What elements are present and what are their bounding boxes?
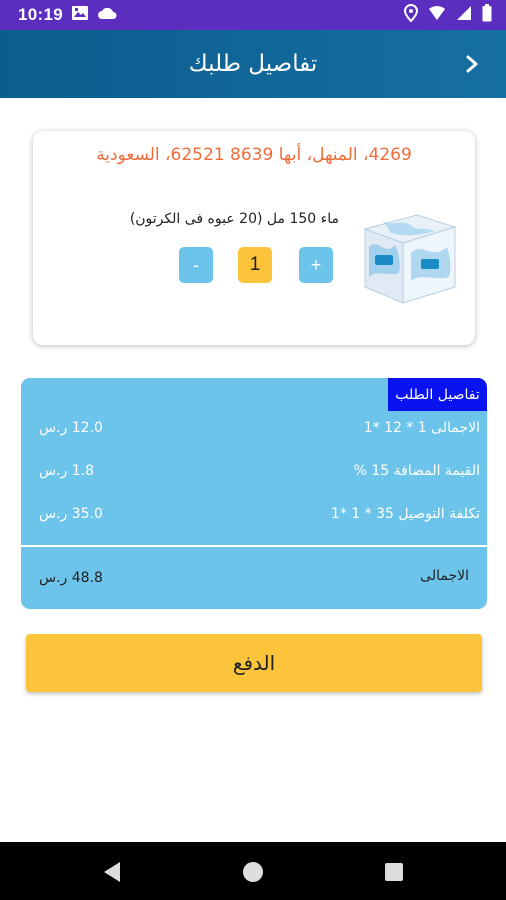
signal-icon bbox=[456, 5, 472, 26]
order-details-card: تفاصيل الطلب الاجمالى 1 * 12 *1 12.0 ر.س… bbox=[21, 378, 487, 609]
order-item-card: 4269، المنهل، أبها 8639 62521، السعودية … bbox=[33, 131, 475, 345]
home-circle-icon[interactable] bbox=[241, 860, 265, 884]
total-value: 48.8 ر.س bbox=[39, 570, 103, 586]
quantity-value: 1 bbox=[238, 247, 272, 283]
subtotal-row: الاجمالى 1 * 12 *1 12.0 ر.س bbox=[21, 420, 487, 444]
status-time: 10:19 bbox=[18, 5, 63, 24]
vat-value: 1.8 ر.س bbox=[39, 463, 95, 479]
image-icon bbox=[71, 5, 89, 26]
increase-quantity-button[interactable]: + bbox=[299, 247, 333, 283]
vat-row: القيمة المضافة 15 % 1.8 ر.س bbox=[21, 463, 487, 487]
wifi-icon bbox=[428, 5, 446, 26]
divider bbox=[21, 545, 487, 547]
app-bar: تفاصيل طلبك bbox=[0, 30, 506, 98]
subtotal-value: 12.0 ر.س bbox=[39, 420, 103, 436]
product-name: ماء 150 مل (20 عبوه فى الكرتون) bbox=[129, 211, 339, 227]
delivery-value: 35.0 ر.س bbox=[39, 506, 103, 522]
order-details-badge: تفاصيل الطلب bbox=[388, 378, 487, 411]
delivery-address: 4269، المنهل، أبها 8639 62521، السعودية bbox=[96, 145, 412, 165]
decrease-quantity-button[interactable]: - bbox=[179, 247, 213, 283]
back-triangle-icon[interactable] bbox=[100, 860, 124, 884]
delivery-row: تكلفة التوصيل 35 * 1 *1 35.0 ر.س bbox=[21, 506, 487, 530]
vat-label: القيمة المضافة 15 % bbox=[353, 463, 480, 479]
page-title: تفاصيل طلبك bbox=[188, 51, 318, 77]
battery-icon bbox=[482, 3, 492, 27]
subtotal-label: الاجمالى 1 * 12 *1 bbox=[363, 420, 480, 436]
recents-square-icon[interactable] bbox=[382, 860, 406, 884]
cloud-icon bbox=[97, 6, 117, 25]
navigation-bar bbox=[0, 842, 506, 900]
delivery-label: تكلفة التوصيل 35 * 1 *1 bbox=[330, 506, 480, 522]
chevron-icon[interactable] bbox=[460, 52, 484, 76]
location-icon bbox=[403, 3, 419, 27]
pay-button[interactable]: الدفع bbox=[26, 634, 482, 692]
status-bar: 10:19 bbox=[0, 0, 506, 30]
water-carton-icon bbox=[355, 207, 459, 305]
total-label: الاجمالى bbox=[420, 568, 469, 584]
